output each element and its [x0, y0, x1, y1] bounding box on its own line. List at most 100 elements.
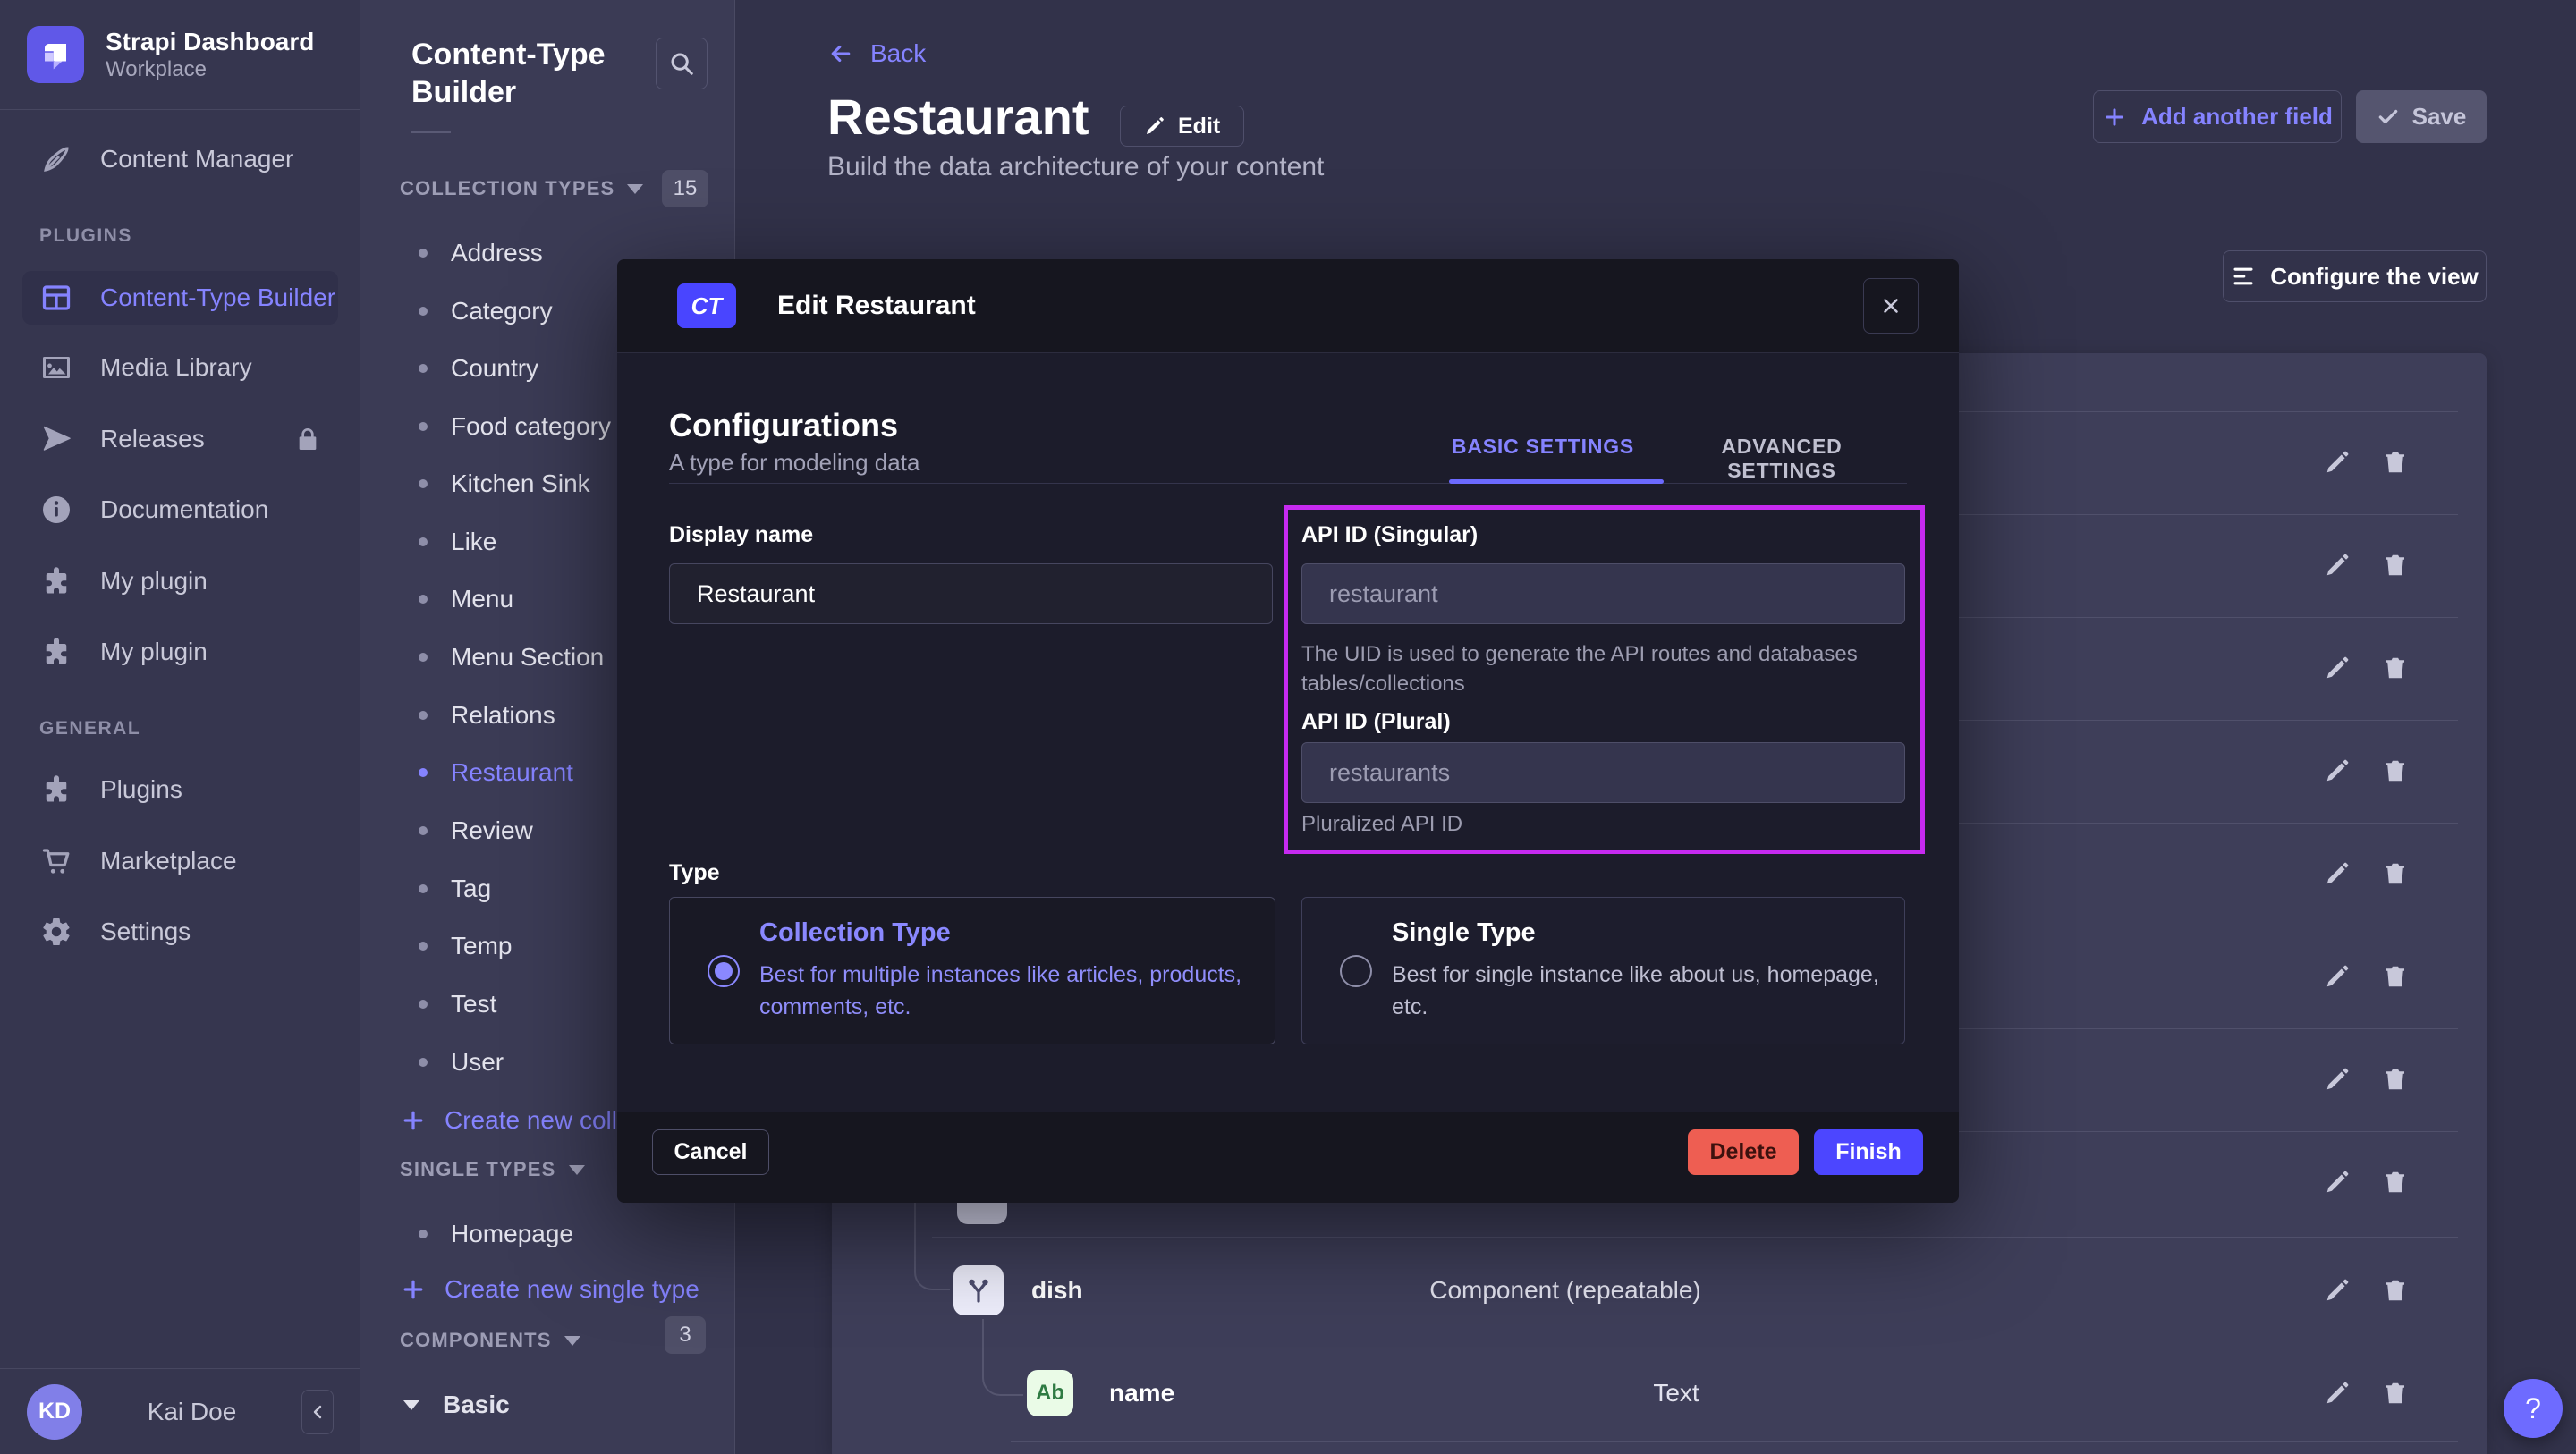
nav-releases[interactable]: Releases: [0, 412, 360, 466]
single-type-title: Single Type: [1392, 918, 1893, 948]
components-header[interactable]: COMPONENTS: [400, 1329, 580, 1352]
page-title: Restaurant: [827, 88, 1089, 146]
edit-field-icon[interactable]: [2324, 655, 2351, 681]
delete-field-icon[interactable]: [2382, 963, 2409, 990]
collection-count-badge: 15: [662, 170, 708, 207]
api-id-singular-help: The UID is used to generate the API rout…: [1301, 639, 1874, 698]
info-icon: [39, 493, 73, 527]
nav-my-plugin-2[interactable]: My plugin: [0, 625, 360, 679]
edit-field-icon[interactable]: [2324, 757, 2351, 784]
delete-button[interactable]: Delete: [1688, 1129, 1799, 1175]
delete-field-icon[interactable]: [2382, 1066, 2409, 1093]
nav-marketplace[interactable]: Marketplace: [0, 834, 360, 888]
delete-field-icon[interactable]: [2382, 449, 2409, 476]
display-name-input[interactable]: [669, 563, 1273, 624]
delete-field-icon[interactable]: [2382, 1277, 2409, 1304]
component-group-basic[interactable]: Basic: [360, 1387, 735, 1423]
nav-media-library[interactable]: Media Library: [0, 341, 360, 394]
nav-documentation[interactable]: Documentation: [0, 483, 360, 537]
delete-field-icon[interactable]: [2382, 1169, 2409, 1196]
ab-badge-label: Ab: [1036, 1381, 1064, 1406]
edit-field-icon[interactable]: [2324, 963, 2351, 990]
delete-field-icon[interactable]: [2382, 552, 2409, 579]
chevron-left-icon: [307, 1401, 328, 1423]
workspace-header[interactable]: Strapi Dashboard Workplace: [0, 0, 360, 110]
bullet-icon: [419, 595, 428, 604]
edit-field-icon[interactable]: [2324, 1066, 2351, 1093]
item-label: Temp: [451, 932, 512, 960]
image-icon: [39, 351, 73, 385]
nav-content-manager[interactable]: Content Manager: [0, 132, 360, 186]
tab-advanced-settings[interactable]: ADVANCED SETTINGS: [1693, 435, 1870, 483]
components-count-badge: 3: [665, 1316, 706, 1354]
nav-content-type-builder[interactable]: Content-Type Builder: [22, 271, 338, 325]
bullet-icon: [419, 1000, 428, 1009]
radio-unselected-icon[interactable]: [1340, 955, 1372, 987]
nav-my-plugin-1[interactable]: My plugin: [0, 554, 360, 608]
cancel-button[interactable]: Cancel: [652, 1129, 769, 1175]
configure-view-button[interactable]: Configure the view: [2223, 250, 2487, 302]
cart-icon: [39, 844, 73, 878]
close-button[interactable]: [1863, 278, 1919, 334]
edit-field-icon[interactable]: [2324, 860, 2351, 887]
layout-grid-icon: [39, 281, 73, 315]
edit-field-icon[interactable]: [2324, 1380, 2351, 1407]
field-type: Component (repeatable): [1429, 1276, 1701, 1305]
add-another-field-button[interactable]: Add another field: [2093, 90, 2342, 143]
back-link[interactable]: Back: [827, 39, 926, 68]
edit-field-icon[interactable]: [2324, 1169, 2351, 1196]
save-button[interactable]: Save: [2356, 90, 2487, 143]
main-navigation: Strapi Dashboard Workplace Content Manag…: [0, 0, 360, 1454]
collection-type-title: Collection Type: [759, 918, 1242, 948]
nav-plugins[interactable]: Plugins: [0, 763, 360, 816]
strapi-logo: [27, 26, 84, 83]
create-single-type-link[interactable]: Create new single type: [400, 1272, 699, 1307]
item-label: Country: [451, 354, 538, 383]
nav-settings[interactable]: Settings: [0, 905, 360, 959]
row-actions: [2324, 1380, 2440, 1407]
modal-title: Edit Restaurant: [777, 291, 1822, 321]
delete-field-icon[interactable]: [2382, 860, 2409, 887]
paper-plane-icon: [39, 422, 73, 456]
back-label: Back: [870, 39, 926, 68]
api-id-singular-input[interactable]: [1301, 563, 1905, 624]
avatar[interactable]: KD: [27, 1384, 82, 1440]
edit-field-icon[interactable]: [2324, 552, 2351, 579]
search-button[interactable]: [656, 38, 708, 89]
sidebar-item-homepage[interactable]: Homepage: [360, 1216, 735, 1252]
edit-restaurant-modal: CT Edit Restaurant Configurations A type…: [617, 259, 1959, 1203]
add-field-label: Add another field: [2141, 103, 2333, 131]
collection-type-option[interactable]: Collection Type Best for multiple instan…: [669, 897, 1275, 1044]
item-label: Test: [451, 990, 496, 1019]
text-field-icon: Ab: [1027, 1370, 1073, 1416]
help-button[interactable]: ?: [2504, 1379, 2563, 1438]
display-name-label: Display name: [669, 522, 813, 548]
edit-label: Edit: [1178, 114, 1220, 139]
collection-types-header[interactable]: COLLECTION TYPES: [400, 177, 643, 200]
edit-button[interactable]: Edit: [1120, 106, 1244, 147]
single-type-desc: Best for single instance like about us, …: [1392, 959, 1893, 1023]
bullet-icon: [419, 826, 428, 835]
tab-basic-settings[interactable]: BASIC SETTINGS: [1452, 435, 1634, 459]
single-types-label: SINGLE TYPES: [400, 1158, 556, 1181]
sidebar-title: Content-Type Builder: [411, 36, 662, 111]
bullet-icon: [419, 653, 428, 662]
item-label: Kitchen Sink: [451, 469, 590, 498]
single-types-header[interactable]: SINGLE TYPES: [400, 1158, 585, 1181]
delete-field-icon[interactable]: [2382, 655, 2409, 681]
edit-field-icon[interactable]: [2324, 449, 2351, 476]
edit-field-icon[interactable]: [2324, 1277, 2351, 1304]
radio-selected-icon[interactable]: [708, 955, 740, 987]
chevron-down-icon: [627, 184, 643, 194]
delete-field-icon[interactable]: [2382, 1380, 2409, 1407]
bullet-icon: [419, 1058, 428, 1067]
item-label: Restaurant: [451, 758, 573, 787]
collapse-sidebar-button[interactable]: [301, 1390, 334, 1434]
api-id-plural-input[interactable]: [1301, 742, 1905, 803]
nav-label: Releases: [100, 425, 205, 453]
delete-field-icon[interactable]: [2382, 757, 2409, 784]
finish-button[interactable]: Finish: [1814, 1129, 1923, 1175]
field-name: dish: [1031, 1276, 1083, 1305]
single-type-option[interactable]: Single Type Best for single instance lik…: [1301, 897, 1905, 1044]
nav-label: Plugins: [100, 775, 182, 804]
